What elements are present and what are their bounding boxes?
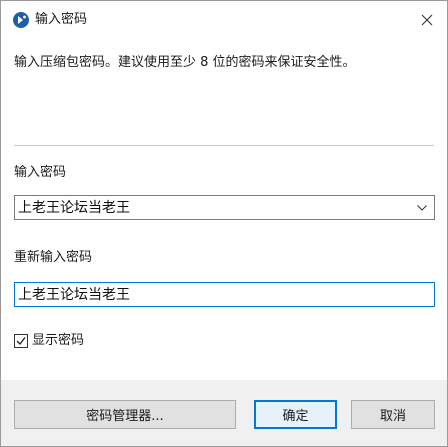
password-label: 输入密码 — [14, 165, 67, 180]
description-text: 输入压缩包密码。建议使用至少 8 位的密码来保证安全性。 — [14, 55, 356, 70]
checkbox-checked-icon[interactable] — [14, 334, 28, 348]
confirm-password-value: 上老王论坛当老王 — [18, 287, 130, 303]
close-icon — [421, 14, 433, 26]
password-combobox[interactable]: 上老王论坛当老王 — [14, 195, 435, 220]
app-logo-icon — [13, 12, 29, 28]
dialog-content: 输入压缩包密码。建议使用至少 8 位的密码来保证安全性。 输入密码 上老王论坛当… — [1, 39, 447, 380]
chevron-down-icon[interactable] — [416, 202, 428, 214]
show-password-label: 显示密码 — [32, 333, 85, 348]
confirm-password-label: 重新输入密码 — [14, 250, 93, 265]
divider — [14, 145, 434, 146]
close-button[interactable] — [413, 7, 441, 33]
title-bar: 输入密码 — [1, 1, 447, 39]
password-dialog: 输入密码 输入压缩包密码。建议使用至少 8 位的密码来保证安全性。 输入密码 上… — [0, 0, 448, 447]
window-title: 输入密码 — [35, 12, 88, 27]
button-bar: 密码管理器... 确定 取消 — [1, 380, 447, 446]
confirm-password-input[interactable]: 上老王论坛当老王 — [14, 282, 435, 307]
ok-button[interactable]: 确定 — [254, 400, 337, 429]
password-manager-button[interactable]: 密码管理器... — [14, 400, 236, 429]
cancel-button[interactable]: 取消 — [351, 400, 435, 429]
show-password-checkbox[interactable]: 显示密码 — [14, 331, 84, 351]
password-value: 上老王论坛当老王 — [18, 200, 130, 216]
